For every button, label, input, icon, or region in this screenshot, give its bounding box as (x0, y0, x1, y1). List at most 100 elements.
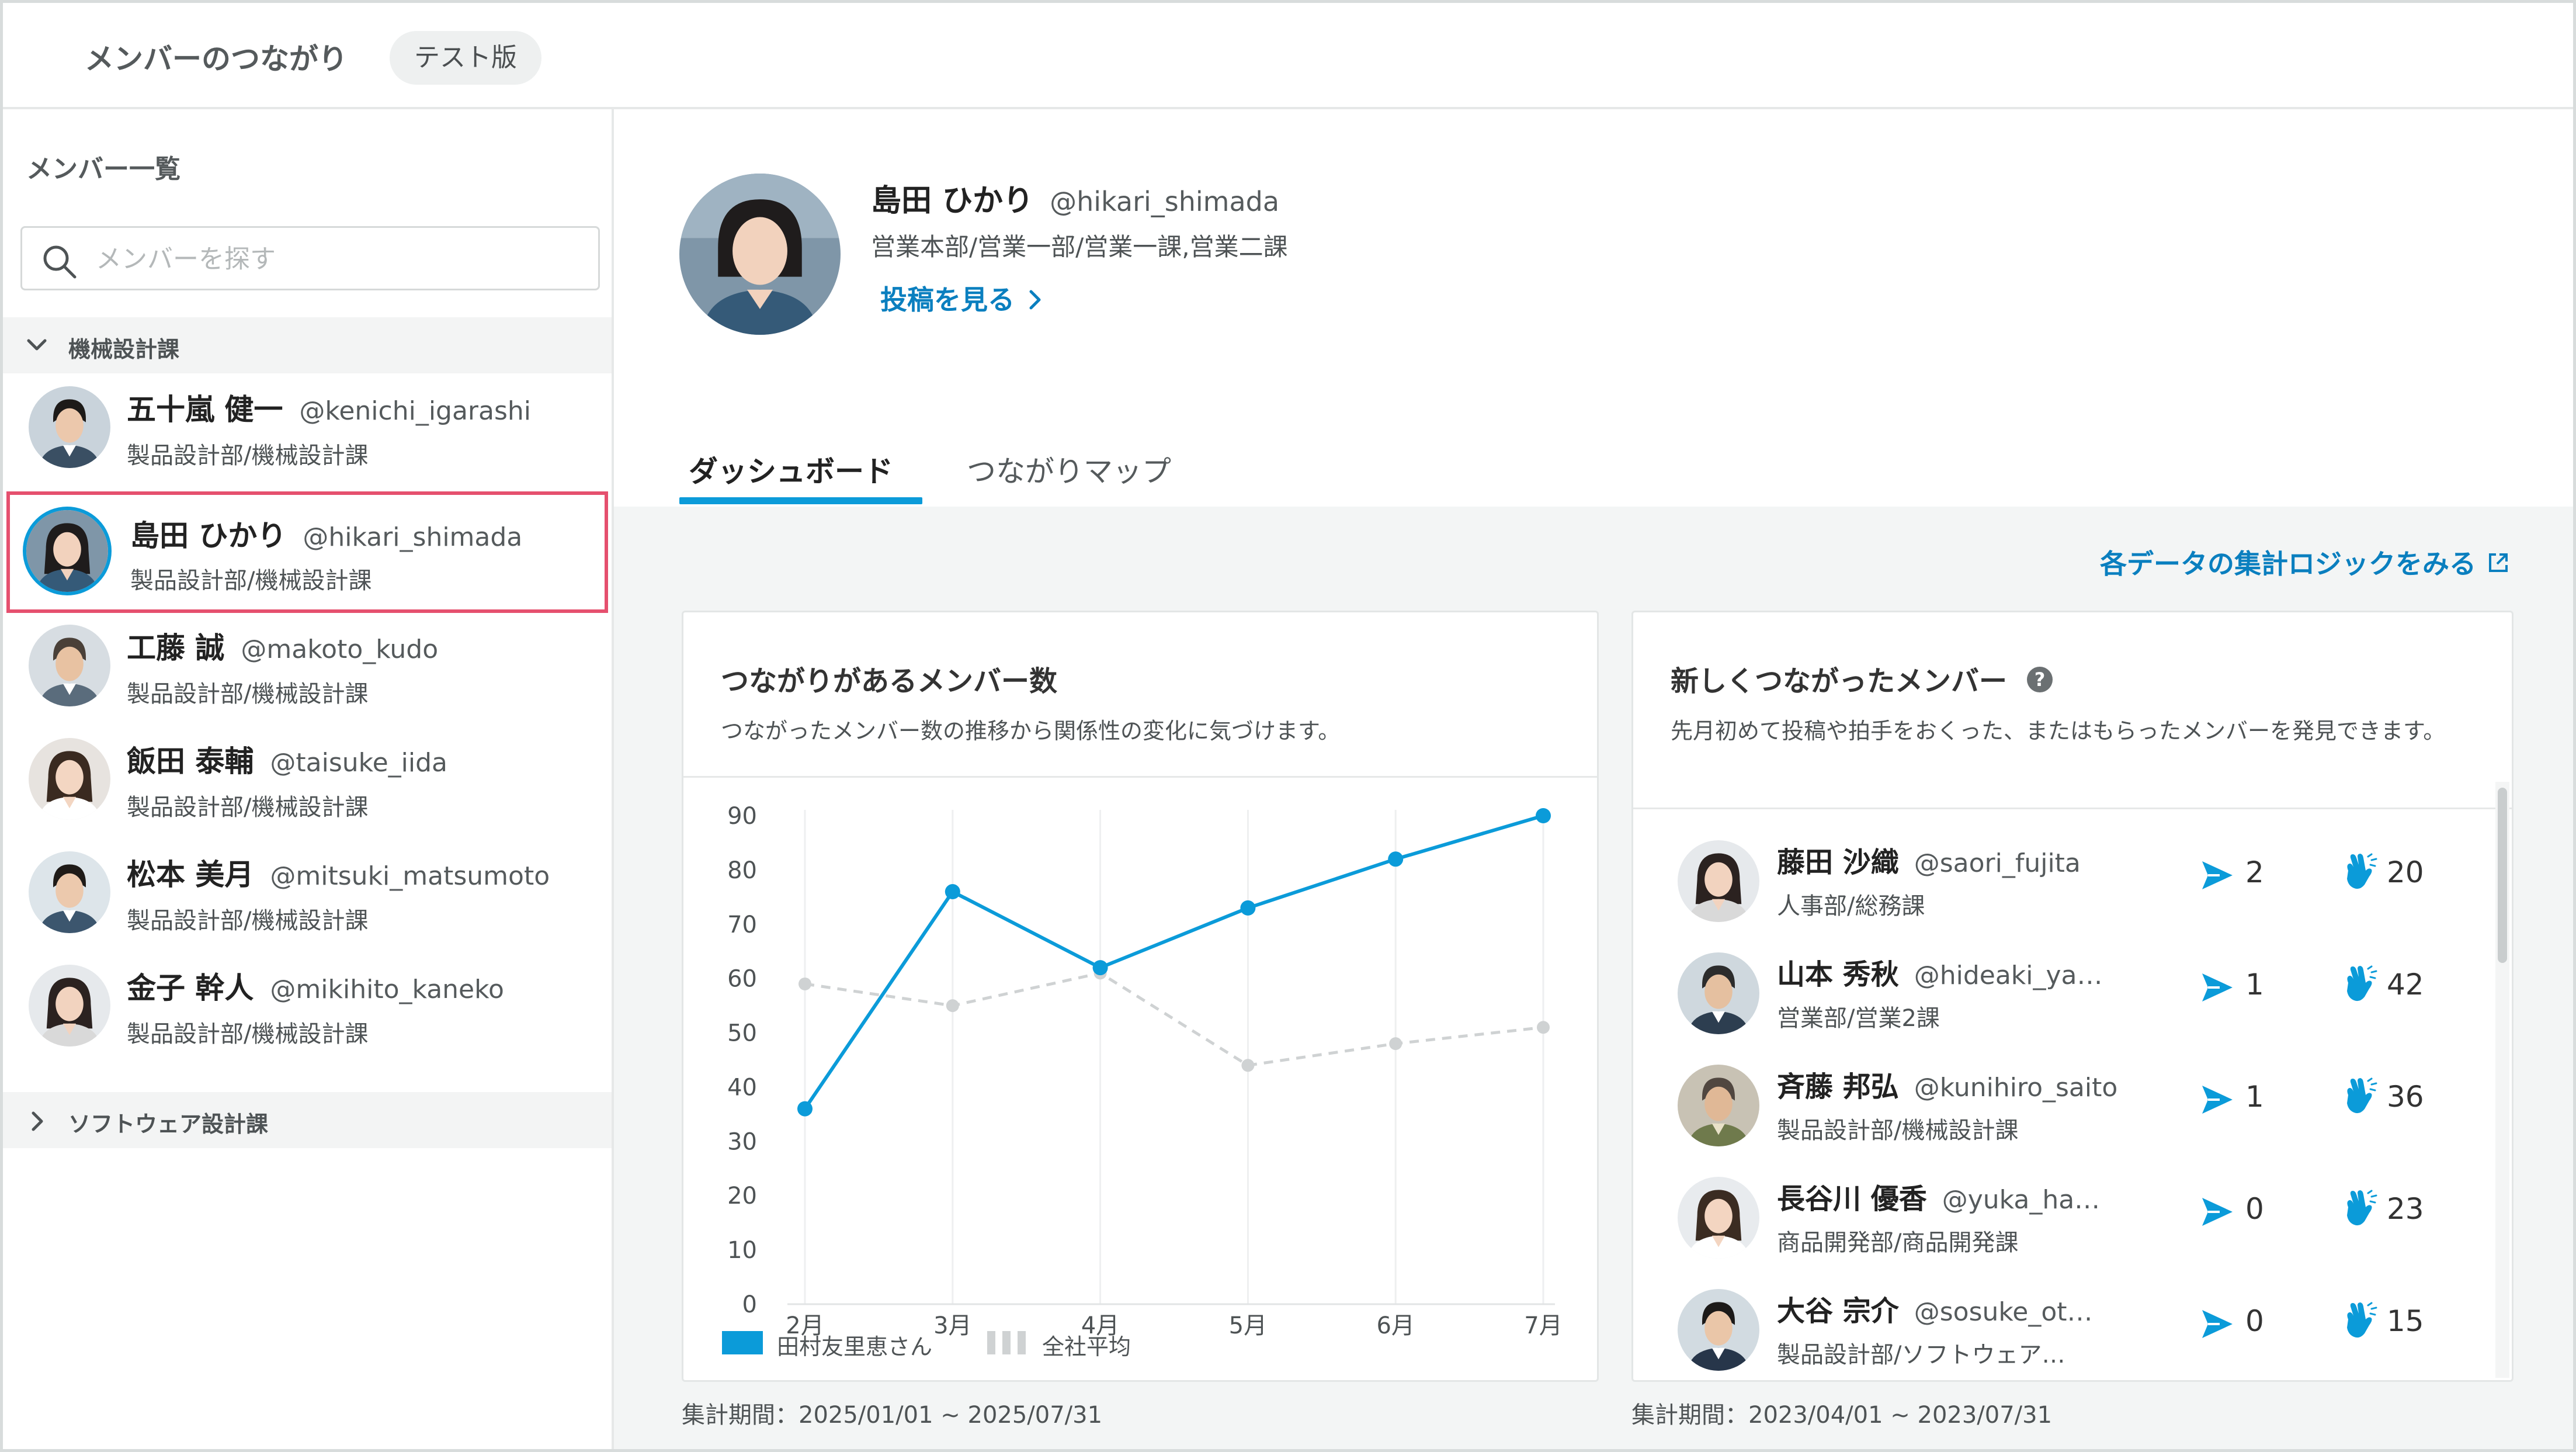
y-tick-label: 20 (727, 1183, 757, 1210)
member-list-item[interactable]: 五十嵐 健一 @kenichi_igarashi 製品設計部/機械設計課 (3, 373, 612, 484)
new-members-scrollbar[interactable] (2498, 788, 2507, 963)
new-members-card-description: 先月初めて投稿や拍手をおくった、またはもらったメンバーを発見できます。 (1671, 718, 2446, 744)
avatar (26, 510, 108, 592)
member-list-item[interactable]: 松本 美月 @mitsuki_matsumoto 製品設計部/機械設計課 (3, 838, 612, 949)
member-list-item[interactable]: 金子 幹人 @mikihito_kaneko 製品設計部/機械設計課 (3, 952, 612, 1063)
search-icon (43, 245, 77, 279)
new-member-department: 製品設計部/機械設計課 (1777, 1117, 2019, 1144)
connections-card: つながりがあるメンバー数 つながったメンバー数の推移から関係性の変化に気づけます… (682, 611, 1599, 1382)
tab-bar: ダッシュボード つながりマップ (614, 425, 2573, 507)
new-members-card: 新しくつながったメンバー ? 先月初めて投稿や拍手をおくった、またはもらったメン… (1631, 611, 2513, 1382)
member-department: 製品設計部/機械設計課 (127, 907, 369, 934)
new-member-row[interactable]: 山本 秀秋 @hideaki_ya… 営業部/営業2課 1 42 (1633, 931, 2474, 1044)
new-members-card-title: 新しくつながったメンバー ? (1671, 658, 2054, 699)
sent-count: 0 (2245, 1304, 2264, 1338)
avatar (1678, 1065, 1759, 1146)
legend-swatch-member (722, 1331, 763, 1354)
tab-dashboard[interactable]: ダッシュボード (689, 448, 893, 490)
clapping-hands-icon (2347, 853, 2377, 889)
member-handle: @hikari_shimada (303, 522, 523, 552)
clapping-hands-icon (2347, 1190, 2377, 1226)
member-name-text: 飯田 泰輔 (127, 744, 254, 778)
tab-connection-map[interactable]: つながりマップ (967, 448, 1171, 490)
member-department: 製品設計部/機械設計課 (127, 681, 369, 708)
new-member-row[interactable]: 長谷川 優香 @yuka_ha… 商品開発部/商品開発課 0 23 (1633, 1156, 2474, 1268)
member-handle: @mikihito_kaneko (270, 975, 504, 1004)
new-member-handle: @saori_fujita (1914, 848, 2081, 878)
member-name: 五十嵐 健一 @kenichi_igarashi (127, 386, 531, 428)
member-name: 金子 幹人 @mikihito_kaneko (127, 965, 504, 1007)
member-search-box[interactable] (20, 226, 600, 290)
paper-plane-icon (2202, 1310, 2233, 1338)
new-member-name-text: 大谷 宗介 (1777, 1295, 1899, 1328)
help-circle-icon[interactable]: ? (2025, 665, 2054, 694)
card-divider (1633, 808, 2512, 809)
aggregation-logic-link[interactable]: 各データの集計ロジックをみる (2100, 543, 2511, 581)
connections-line-chart: 01020304050607080902月 3月 4月 5月 6月 7月 (727, 803, 1563, 1339)
view-posts-link[interactable]: 投稿を見る (880, 279, 1044, 317)
group-header-mechanical[interactable]: 機械設計課 (3, 317, 612, 373)
member-handle: @taisuke_iida (270, 748, 447, 778)
average-data-point (1241, 1059, 1255, 1072)
legend-swatch-average (987, 1331, 1026, 1354)
beta-badge: テスト版 (390, 31, 541, 85)
profile-department: 営業本部/営業一部/営業一課,営業二課 (871, 233, 1288, 261)
y-tick-label: 10 (727, 1237, 757, 1264)
profile-name-text: 島田 ひかり (871, 183, 1034, 219)
member-sidebar: メンバー一覧 機械設計課 五十嵐 健一 @kenichi_igarashi 製品設計… (3, 109, 614, 1449)
clap-count: 36 (2387, 1080, 2424, 1114)
view-posts-label: 投稿を見る (880, 284, 1015, 316)
clapping-hands-icon (2347, 1077, 2377, 1114)
avatar (29, 386, 110, 468)
member-department: 製品設計部/機械設計課 (130, 567, 372, 594)
new-member-row[interactable]: 大谷 宗介 @sosuke_ot… 製品設計部/ソフトウェア… 0 15 (1633, 1268, 2474, 1380)
group-header-software[interactable]: ソフトウェア設計課 (3, 1092, 612, 1148)
member-series-line (803, 814, 1544, 1110)
member-handle: @mitsuki_matsumoto (270, 861, 550, 891)
new-member-department: 人事部/総務課 (1777, 893, 1925, 920)
member-list-item[interactable]: 飯田 泰輔 @taisuke_iida 製品設計部/機械設計課 (3, 725, 612, 836)
avatar (1678, 952, 1759, 1034)
member-list-item-selected[interactable]: 島田 ひかり @hikari_shimada 製品設計部/機械設計課 (6, 491, 608, 613)
new-member-handle: @sosuke_ot… (1914, 1297, 2093, 1327)
average-data-point (1389, 1037, 1402, 1051)
member-search-input[interactable] (96, 240, 575, 278)
new-member-name: 斉藤 邦弘 @kunihiro_saito (1777, 1063, 2117, 1104)
new-member-department: 営業部/営業2課 (1777, 1005, 1940, 1032)
group-label: ソフトウェア設計課 (68, 1111, 269, 1137)
clapping-hands-icon (2347, 965, 2377, 1002)
new-members-period: 集計期間：2023/04/01 ~ 2023/07/31 (1631, 1402, 2053, 1429)
sidebar-heading: メンバー一覧 (26, 154, 180, 184)
y-tick-label: 70 (727, 912, 757, 938)
paper-plane-icon (2202, 973, 2233, 1002)
member-data-point (797, 1101, 813, 1117)
paper-plane-icon (2202, 861, 2233, 889)
y-tick-label: 90 (727, 803, 757, 830)
app-header: メンバーのつながり テスト版 (3, 3, 2573, 109)
y-tick-label: 0 (742, 1291, 757, 1318)
member-list-item[interactable]: 工藤 誠 @makoto_kudo 製品設計部/機械設計課 (3, 612, 612, 723)
new-member-name: 長谷川 優香 @yuka_ha… (1777, 1176, 2100, 1217)
member-name-text: 五十嵐 健一 (127, 393, 283, 427)
dashboard-content: 各データの集計ロジックをみる つながりがあるメンバー数 つながったメンバー数の推… (614, 507, 2573, 1449)
group-label: 機械設計課 (68, 337, 180, 362)
y-tick-label: 40 (727, 1074, 757, 1101)
new-member-row[interactable]: 藤田 沙織 @saori_fujita 人事部/総務課 2 20 (1633, 819, 2474, 931)
member-data-point (1240, 900, 1256, 916)
chevron-right-icon (32, 1111, 43, 1131)
member-handle: @makoto_kudo (241, 635, 439, 664)
sent-count: 2 (2245, 855, 2264, 889)
x-tick-label: 3月 (933, 1312, 971, 1339)
member-name-text: 島田 ひかり (130, 519, 287, 553)
new-member-department: 商品開発部/商品開発課 (1777, 1229, 2019, 1256)
y-tick-label: 60 (727, 966, 757, 993)
new-member-name-text: 山本 秀秋 (1777, 958, 1899, 991)
x-tick-label: 5月 (1229, 1312, 1267, 1339)
new-members-title-text: 新しくつながったメンバー (1671, 665, 2008, 698)
clap-count: 15 (2387, 1304, 2424, 1338)
member-name-text: 松本 美月 (127, 858, 254, 892)
main-panel: 島田 ひかり @hikari_shimada 営業本部/営業一部/営業一課,営業二… (614, 109, 2573, 1449)
sent-count: 1 (2245, 968, 2264, 1002)
sent-count: 0 (2245, 1192, 2264, 1226)
new-member-row[interactable]: 斉藤 邦弘 @kunihiro_saito 製品設計部/機械設計課 1 36 (1633, 1044, 2474, 1156)
